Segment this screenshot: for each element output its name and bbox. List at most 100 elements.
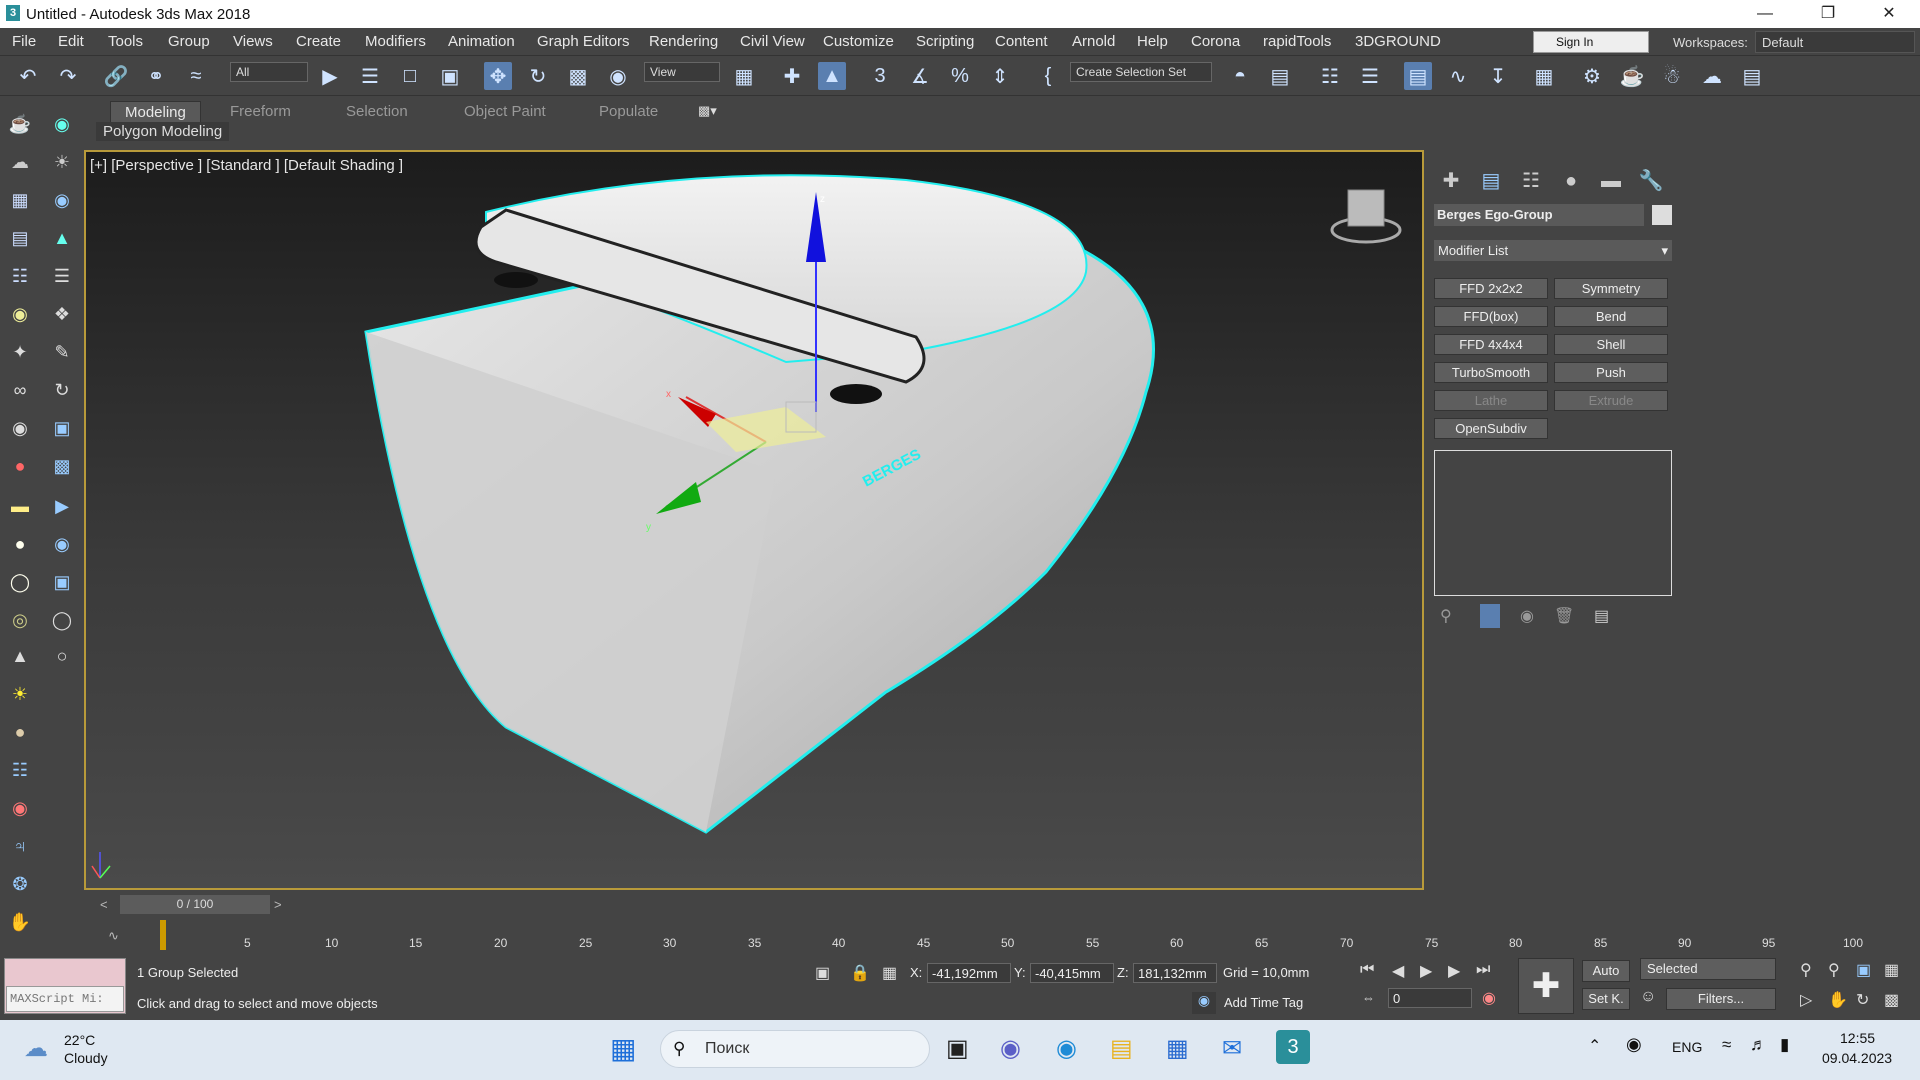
absolute-offset-icon[interactable]: ▦ [882, 963, 897, 983]
pin-stack-icon[interactable]: ⚲ [1440, 606, 1452, 626]
snaps-toggle-icon[interactable]: 3 [866, 62, 894, 90]
menu-corona[interactable]: Corona [1191, 33, 1240, 50]
current-frame-field[interactable]: 0 [1388, 988, 1472, 1008]
key-mode-icon[interactable]: ⇔ [1362, 990, 1375, 1005]
key-filter-icon[interactable]: ☺ [1640, 988, 1656, 1006]
menu-file[interactable]: File [12, 33, 36, 50]
menu-create[interactable]: Create [296, 33, 341, 50]
next-frame-icon[interactable]: > [274, 897, 282, 912]
network-icon[interactable]: ❂ [6, 870, 34, 898]
render-iterative-icon[interactable]: ☁ [1698, 62, 1726, 90]
time-tag-icon[interactable]: ◉ [1192, 992, 1216, 1014]
modifier-lathe-button[interactable]: Lathe [1434, 390, 1548, 411]
modifier-stack[interactable] [1434, 450, 1672, 596]
frame-counter[interactable]: 0 / 100 [120, 895, 270, 914]
y-coordinate-field[interactable]: -40,415mm [1030, 963, 1114, 983]
geosphere-icon[interactable]: ◯ [6, 568, 34, 596]
play-panel-icon[interactable]: ▶ [48, 492, 76, 520]
viewport-label[interactable]: [+] [Perspective ] [Standard ] [Default … [90, 157, 403, 174]
start-button-icon[interactable]: ▦ [610, 1034, 640, 1064]
spinner-snap-icon[interactable]: ⇕ [986, 62, 1014, 90]
torus-icon[interactable]: ◎ [6, 606, 34, 634]
frame-icon[interactable]: ▣ [48, 568, 76, 596]
reference-coordinate-select[interactable]: View [644, 62, 720, 82]
box-icon[interactable]: ▬ [6, 492, 34, 520]
lightbulb-outline-icon[interactable]: ○ [48, 642, 76, 670]
render-setup-icon[interactable]: ⚙ [1578, 62, 1606, 90]
modifier-push-button[interactable]: Push [1554, 362, 1668, 383]
microsoft-store-icon[interactable]: ▦ [1166, 1034, 1189, 1063]
select-and-place-icon[interactable]: ◉ [604, 62, 632, 90]
ribbon-options-icon[interactable]: ▩▾ [698, 103, 717, 119]
menu-scripting[interactable]: Scripting [916, 33, 974, 50]
modifier-shell-button[interactable]: Shell [1554, 334, 1668, 355]
3dsmax-taskbar-icon[interactable]: 3 [1276, 1030, 1310, 1064]
display-tab-icon[interactable]: ▬ [1596, 166, 1626, 196]
modify-tab-icon[interactable]: ▤ [1476, 166, 1506, 196]
go-to-end-icon[interactable]: ⏭ [1476, 961, 1490, 979]
hierarchy-tab-icon[interactable]: ☷ [1516, 166, 1546, 196]
light-bulb-icon[interactable]: ◉ [6, 300, 34, 328]
maxscript-input[interactable]: MAXScript Mi: [6, 986, 124, 1012]
ribbon-toggle-icon[interactable]: ▤ [1404, 62, 1432, 90]
biped-icon[interactable]: ♃ [6, 832, 34, 860]
modifier-ffd-4x4x4-button[interactable]: FFD 4x4x4 [1434, 334, 1548, 355]
battery-icon[interactable]: ▮ [1780, 1035, 1789, 1055]
play-icon[interactable]: ▶ [1420, 961, 1432, 981]
rendered-frame-window-icon[interactable]: ☕ [1618, 62, 1646, 90]
render-production-icon[interactable]: ☃ [1658, 62, 1686, 90]
menu-customize[interactable]: Customize [823, 33, 894, 50]
track-bar[interactable]: 5 10 15 20 25 30 35 40 45 50 55 60 65 70… [160, 920, 1863, 950]
tab-freeform[interactable]: Freeform [216, 101, 305, 122]
menu-views[interactable]: Views [233, 33, 273, 50]
weather-status[interactable]: Cloudy [64, 1050, 108, 1066]
mirror-icon[interactable]: ◓ [1226, 62, 1254, 90]
make-unique-icon[interactable]: ◉ [1520, 606, 1534, 626]
named-selection-select[interactable]: Create Selection Set [1070, 62, 1212, 82]
next-frame-icon[interactable]: ▶ [1448, 961, 1460, 981]
task-view-icon[interactable]: ▣ [946, 1034, 969, 1063]
selection-lock-icon[interactable]: 🔒 [850, 963, 870, 983]
grid-plane-icon[interactable]: ☷ [6, 756, 34, 784]
previous-frame-icon[interactable]: ◀ [1392, 961, 1404, 981]
modifier-ffd-2x2x2-button[interactable]: FFD 2x2x2 [1434, 278, 1548, 299]
utilities-tab-icon[interactable]: 🔧 [1636, 166, 1666, 196]
go-to-start-icon[interactable]: ⏮ [1360, 961, 1374, 979]
modifier-opensubdiv-button[interactable]: OpenSubdiv [1434, 418, 1548, 439]
keyboard-shortcut-override-icon[interactable]: ▲ [818, 62, 846, 90]
menu-tools[interactable]: Tools [108, 33, 143, 50]
configure-modifier-sets-icon[interactable]: ▤ [1594, 606, 1609, 626]
modifier-turbosmooth-button[interactable]: TurboSmooth [1434, 362, 1548, 383]
bone-icon[interactable]: ◉ [6, 794, 34, 822]
tab-modeling[interactable]: Modeling [110, 101, 201, 124]
pivot-center-icon[interactable]: ▦ [730, 62, 758, 90]
key-selected-dropdown[interactable]: Selected [1640, 958, 1776, 980]
menu-rapidtools[interactable]: rapidTools [1263, 33, 1331, 50]
teapot-icon[interactable]: ☕ [6, 110, 34, 138]
document-icon[interactable]: ▤ [6, 224, 34, 252]
x-coordinate-field[interactable]: -41,192mm [927, 963, 1011, 983]
space-warp-icon[interactable]: ∞ [6, 376, 34, 404]
redo-icon[interactable]: ↷ [54, 62, 82, 90]
menu-animation[interactable]: Animation [448, 33, 515, 50]
scale-tool-icon[interactable]: ▩ [48, 452, 76, 480]
sphere-icon[interactable]: ● [6, 530, 34, 558]
link-icon[interactable]: 🔗 [102, 62, 130, 90]
percent-snap-icon[interactable]: % [946, 62, 974, 90]
panel-icon[interactable]: ☷ [6, 262, 34, 290]
maximize-viewport-icon[interactable]: ▦ [1884, 960, 1899, 980]
image-icon[interactable]: ▦ [6, 186, 34, 214]
remove-modifier-icon[interactable]: 🗑 [1554, 606, 1574, 626]
hand-icon[interactable]: ✋ [6, 908, 34, 936]
bind-space-warp-icon[interactable]: ≈ [182, 62, 210, 90]
angle-snap-icon[interactable]: ∡ [906, 62, 934, 90]
file-explorer-icon[interactable]: ▤ [1110, 1034, 1133, 1063]
helper-icon[interactable]: ✦ [6, 338, 34, 366]
set-key-button[interactable]: ✚ [1518, 958, 1574, 1014]
mini-curve-editor-icon[interactable]: ∿ [108, 928, 119, 944]
auto-key-button[interactable]: Auto [1582, 960, 1630, 982]
workspace-select[interactable]: Default [1755, 31, 1915, 53]
tab-populate[interactable]: Populate [585, 101, 672, 122]
motion-tab-icon[interactable]: ● [1556, 166, 1586, 196]
key-filters-button[interactable]: Filters... [1666, 988, 1776, 1010]
